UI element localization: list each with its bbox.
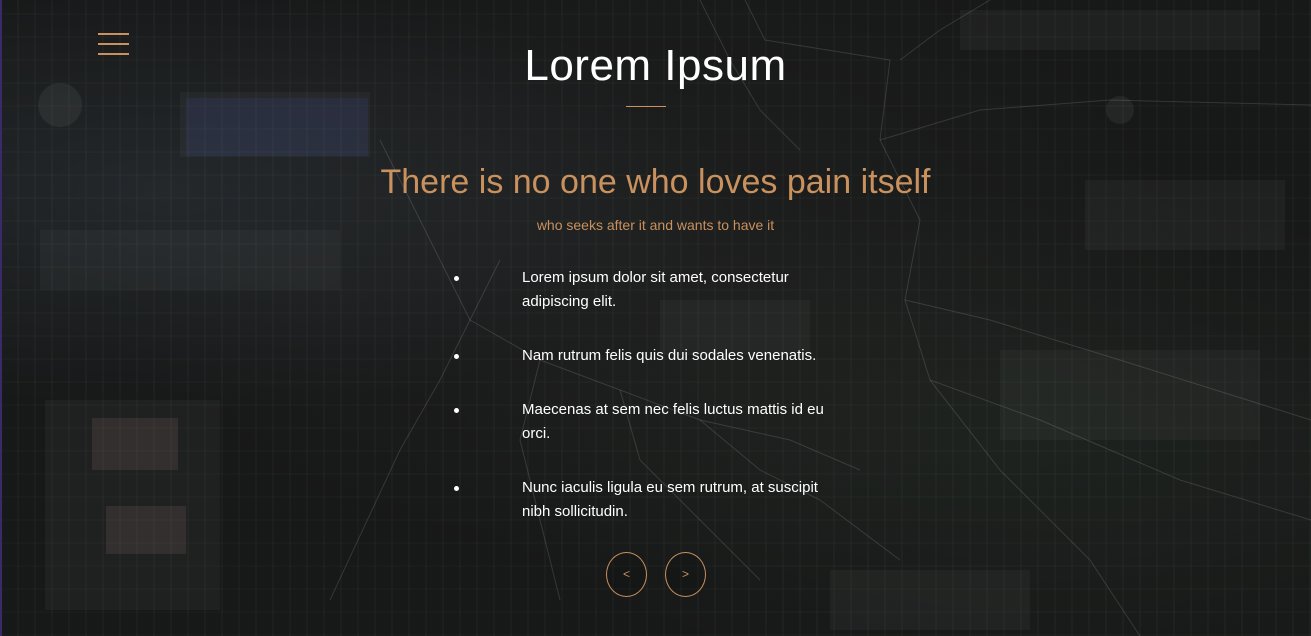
title-divider: [626, 106, 666, 107]
list-item-text: Lorem ipsum dolor sit amet, consectetur …: [522, 269, 789, 310]
list-item: Nam rutrum felis quis dui sodales venena…: [452, 344, 852, 368]
list-item-text: Nunc iaculis ligula eu sem rutrum, at su…: [522, 479, 818, 520]
left-edge-border: [0, 0, 2, 636]
list-item-text: Nam rutrum felis quis dui sodales venena…: [522, 347, 817, 364]
list-item: Nunc iaculis ligula eu sem rutrum, at su…: [452, 476, 852, 524]
bullet-icon: [454, 354, 459, 359]
feature-list: Lorem ipsum dolor sit amet, consectetur …: [452, 266, 852, 554]
hero-headline: There is no one who loves pain itself: [380, 163, 931, 201]
next-slide-button[interactable]: >: [665, 552, 706, 597]
bullet-icon: [454, 408, 459, 413]
site-title: Lorem Ipsum: [524, 41, 787, 90]
list-item-text: Maecenas at sem nec felis luctus mattis …: [522, 401, 824, 442]
hero-subheadline: who seeks after it and wants to have it: [536, 217, 775, 233]
list-item: Lorem ipsum dolor sit amet, consectetur …: [452, 266, 852, 314]
bullet-icon: [454, 276, 459, 281]
menu-bar-top: [98, 33, 129, 35]
bullet-icon: [454, 486, 459, 491]
page: Lorem Ipsum There is no one who loves pa…: [0, 0, 1311, 636]
previous-slide-button[interactable]: <: [606, 552, 647, 597]
list-item: Maecenas at sem nec felis luctus mattis …: [452, 398, 852, 446]
